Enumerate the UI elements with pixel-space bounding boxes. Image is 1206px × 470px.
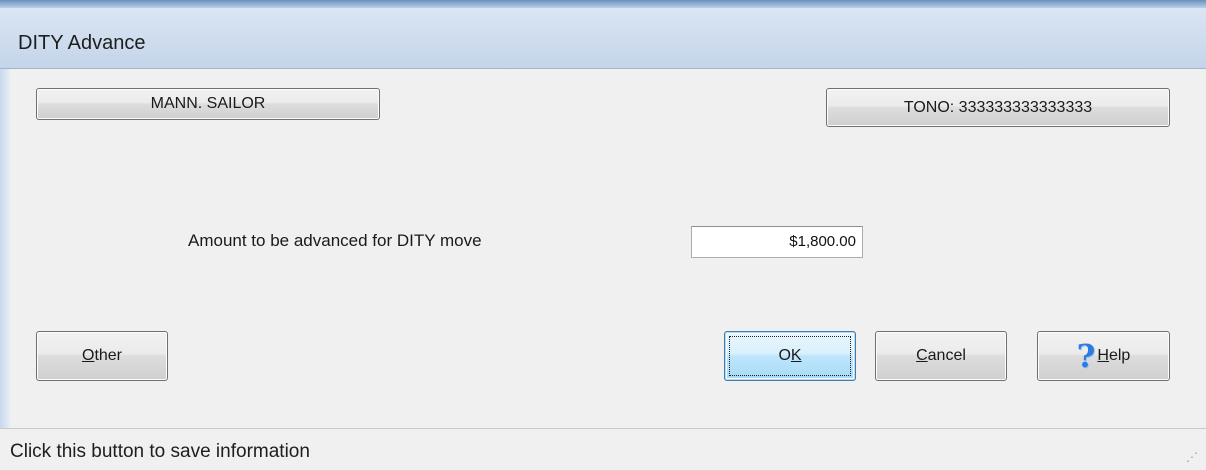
ok-button[interactable]: OK [724,331,856,381]
help-button-label: Help [1097,347,1131,364]
tono-label: TONO: 333333333333333 [903,98,1093,116]
amount-input[interactable]: $1,800.00 [691,226,863,258]
amount-label: Amount to be advanced for DITY move [188,231,482,250]
help-button[interactable]: ? Help [1037,331,1170,381]
status-text: Click this button to save information [10,441,310,462]
member-name-button[interactable]: MANN. SAILOR [36,88,380,120]
other-button-label: Other [81,347,123,364]
dialog-body: MANN. SAILOR TONO: 333333333333333 Amoun… [10,69,1206,428]
member-name-label: MANN. SAILOR [150,95,266,112]
status-bar: Click this button to save information ⋰ [0,428,1206,470]
other-button[interactable]: Other [36,331,168,381]
ok-focus-ring [729,336,851,376]
window-left-border [0,69,10,428]
cancel-button[interactable]: Cancel [875,331,1007,381]
window-title: DITY Advance [18,32,146,54]
dialog-window: DITY Advance MANN. SAILOR TONO: 33333333… [0,0,1206,470]
resize-grip-icon[interactable]: ⋰ [1186,450,1200,464]
window-top-border [0,0,1206,8]
cancel-button-label: Cancel [916,347,966,364]
title-bar[interactable]: DITY Advance [0,8,1206,69]
help-question-icon: ? [1076,337,1096,375]
tono-button[interactable]: TONO: 333333333333333 [826,88,1170,127]
